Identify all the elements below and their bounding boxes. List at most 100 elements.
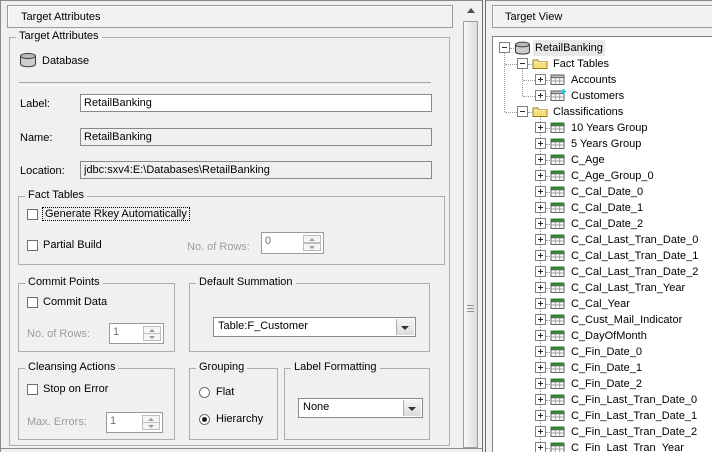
- default-summation-group: Default Summation Table:F_Customer: [189, 283, 430, 352]
- tree-item-c-fin-last-tran-year[interactable]: C_Fin_Last_Tran_Year: [493, 440, 712, 452]
- tree-item-fact-tables[interactable]: Fact Tables: [493, 56, 712, 72]
- vertical-scrollbar[interactable]: [462, 2, 480, 448]
- expander-plus-icon[interactable]: [535, 186, 546, 197]
- tree-item-label: C_Cal_Last_Tran_Date_0: [569, 232, 700, 248]
- tree-item-accounts[interactable]: Accounts: [493, 72, 712, 88]
- tree-item-c-age-group-0[interactable]: C_Age_Group_0: [493, 168, 712, 184]
- expander-plus-icon[interactable]: [535, 138, 546, 149]
- expander-plus-icon[interactable]: [535, 298, 546, 309]
- tree-item-customers[interactable]: Customers: [493, 88, 712, 104]
- expander-plus-icon[interactable]: [535, 346, 546, 357]
- expander-plus-icon[interactable]: [535, 362, 546, 373]
- left-pane-title: Target Attributes: [7, 5, 453, 28]
- expander-plus-icon[interactable]: [535, 378, 546, 389]
- classification-icon: [550, 329, 566, 343]
- generate-rkey-checkbox[interactable]: [27, 209, 38, 220]
- expander-plus-icon[interactable]: [535, 314, 546, 325]
- dropdown-arrow-icon[interactable]: [396, 319, 414, 335]
- tree-item-c-cal-last-tran-date-1[interactable]: C_Cal_Last_Tran_Date_1: [493, 248, 712, 264]
- table-add-icon: [550, 89, 566, 103]
- tree-item-c-cal-last-tran-date-2[interactable]: C_Cal_Last_Tran_Date_2: [493, 264, 712, 280]
- tree-item-c-fin-last-tran-date-2[interactable]: C_Fin_Last_Tran_Date_2: [493, 424, 712, 440]
- scroll-up-arrow-icon[interactable]: [462, 2, 480, 19]
- tree-item-c-fin-last-tran-date-0[interactable]: C_Fin_Last_Tran_Date_0: [493, 392, 712, 408]
- tree-item-c-cal-last-tran-year[interactable]: C_Cal_Last_Tran_Year: [493, 280, 712, 296]
- target-view-tree[interactable]: RetailBankingFact TablesAccountsCustomer…: [492, 36, 712, 452]
- name-input: [80, 128, 432, 146]
- rows-spinner: 0: [261, 232, 324, 254]
- stop-on-error-checkbox[interactable]: [27, 384, 38, 395]
- label-formatting-title: Label Formatting: [291, 361, 380, 373]
- scrollbar-thumb[interactable]: [463, 21, 478, 448]
- tree-item-5-years-group[interactable]: 5 Years Group: [493, 136, 712, 152]
- expander-plus-icon[interactable]: [535, 394, 546, 405]
- object-type-label: Database: [42, 55, 89, 67]
- expander-plus-icon[interactable]: [535, 266, 546, 277]
- expander-plus-icon[interactable]: [535, 90, 546, 101]
- tree-item-label: 10 Years Group: [569, 120, 649, 136]
- classification-icon: [550, 153, 566, 167]
- tree-item-label: C_Cal_Date_2: [569, 216, 645, 232]
- tree-item-c-fin-date-1[interactable]: C_Fin_Date_1: [493, 360, 712, 376]
- default-summation-select[interactable]: Table:F_Customer: [213, 317, 416, 337]
- expander-plus-icon[interactable]: [535, 218, 546, 229]
- generate-rkey-label: Generate Rkey Automatically: [43, 208, 189, 220]
- fact-tables-group: Fact Tables Generate Rkey Automatically …: [18, 196, 445, 265]
- tree-item-c-cal-year[interactable]: C_Cal_Year: [493, 296, 712, 312]
- expander-plus-icon[interactable]: [535, 74, 546, 85]
- tree-item-c-age[interactable]: C_Age: [493, 152, 712, 168]
- expander-plus-icon[interactable]: [535, 122, 546, 133]
- spinner-up-icon: [303, 235, 321, 243]
- tree-item-c-cal-date-0[interactable]: C_Cal_Date_0: [493, 184, 712, 200]
- label-formatting-group: Label Formatting None: [284, 368, 430, 440]
- classification-icon: [550, 441, 566, 452]
- tree-item-c-fin-date-2[interactable]: C_Fin_Date_2: [493, 376, 712, 392]
- tree-item-c-dayofmonth[interactable]: C_DayOfMonth: [493, 328, 712, 344]
- stop-on-error-label: Stop on Error: [43, 383, 108, 395]
- tree-item-10-years-group[interactable]: 10 Years Group: [493, 120, 712, 136]
- expander-minus-icon[interactable]: [517, 106, 528, 117]
- rows-spinner: 1: [109, 323, 164, 344]
- expander-plus-icon[interactable]: [535, 410, 546, 421]
- expander-plus-icon[interactable]: [535, 154, 546, 165]
- grouping-group: Grouping Flat Hierarchy: [189, 368, 278, 440]
- tree-item-label: Classifications: [551, 104, 625, 120]
- expander-plus-icon[interactable]: [535, 202, 546, 213]
- expander-plus-icon[interactable]: [535, 282, 546, 293]
- expander-plus-icon[interactable]: [535, 442, 546, 452]
- tree-item-c-cust-mail-indicator[interactable]: C_Cust_Mail_Indicator: [493, 312, 712, 328]
- dropdown-arrow-icon[interactable]: [403, 400, 421, 416]
- tree-item-c-cal-date-1[interactable]: C_Cal_Date_1: [493, 200, 712, 216]
- location-input: [80, 161, 432, 179]
- tree-item-label: C_Fin_Date_0: [569, 344, 644, 360]
- expander-plus-icon[interactable]: [535, 234, 546, 245]
- scrollbar-grip-icon: [467, 305, 474, 313]
- partial-build-checkbox[interactable]: [27, 240, 38, 251]
- tree-item-c-cal-last-tran-date-0[interactable]: C_Cal_Last_Tran_Date_0: [493, 232, 712, 248]
- flat-radio[interactable]: [199, 387, 210, 398]
- hierarchy-radio[interactable]: [199, 414, 210, 425]
- tree-item-label: C_Cal_Last_Tran_Date_2: [569, 264, 700, 280]
- tree-item-c-cal-date-2[interactable]: C_Cal_Date_2: [493, 216, 712, 232]
- expander-plus-icon[interactable]: [535, 426, 546, 437]
- database-icon: [19, 52, 37, 71]
- tree-item-label: C_Cal_Last_Tran_Year: [569, 280, 687, 296]
- classification-icon: [550, 185, 566, 199]
- commit-data-checkbox[interactable]: [27, 297, 38, 308]
- label-input[interactable]: [80, 94, 432, 112]
- expander-minus-icon[interactable]: [499, 42, 510, 53]
- expander-minus-icon[interactable]: [517, 58, 528, 69]
- selected-value: None: [303, 401, 329, 413]
- expander-plus-icon[interactable]: [535, 170, 546, 181]
- tree-item-classifications[interactable]: Classifications: [493, 104, 712, 120]
- tree-item-c-fin-date-0[interactable]: C_Fin_Date_0: [493, 344, 712, 360]
- label-formatting-select[interactable]: None: [298, 398, 423, 418]
- spinner-down-icon: [143, 333, 161, 341]
- application-window: Target Attributes Target Attributes Data…: [0, 0, 712, 452]
- expander-plus-icon[interactable]: [535, 250, 546, 261]
- tree-item-retailbanking[interactable]: RetailBanking: [493, 40, 712, 56]
- default-summation-title: Default Summation: [196, 276, 296, 288]
- classification-icon: [550, 201, 566, 215]
- tree-item-c-fin-last-tran-date-1[interactable]: C_Fin_Last_Tran_Date_1: [493, 408, 712, 424]
- expander-plus-icon[interactable]: [535, 330, 546, 341]
